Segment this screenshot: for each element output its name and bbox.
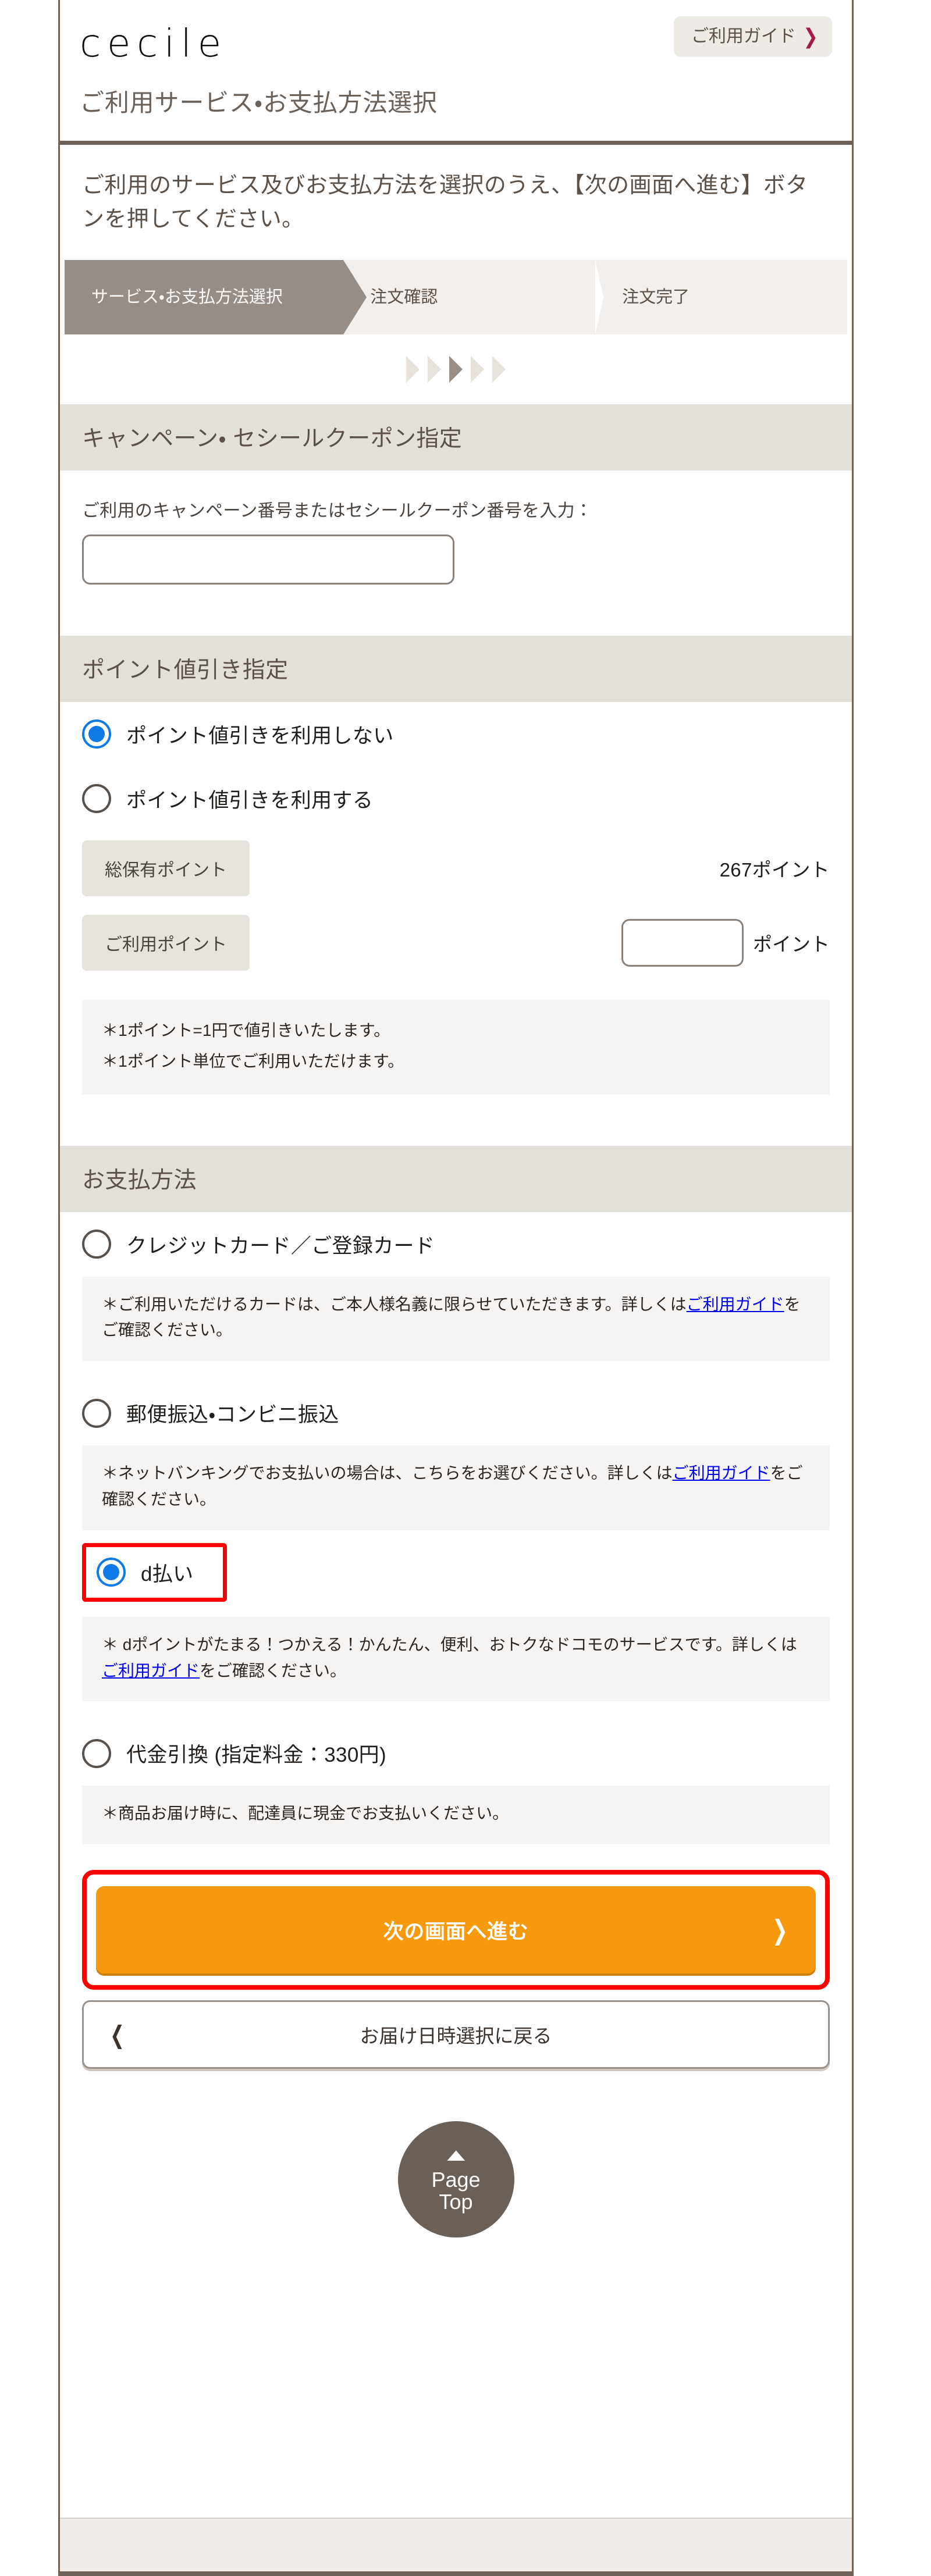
step-label: サービス・お支払方法選択 <box>91 287 283 307</box>
arrow-icon <box>428 355 441 383</box>
arrow-icon <box>471 355 484 383</box>
radio-icon[interactable] <box>82 1398 111 1428</box>
section-body-campaign: ご利用のキャンペーン番号またはセシールクーポン番号を入力： <box>60 470 852 636</box>
step-label: 注文確認 <box>370 287 438 307</box>
use-points-unit: ポイント <box>753 933 830 955</box>
usage-guide-link[interactable]: ご利用ガイド <box>687 1295 784 1313</box>
point-option-use-discount[interactable]: ポイント値引きを利用する <box>82 767 830 831</box>
chevron-left-icon: ❮ <box>110 2021 125 2048</box>
usage-guide-link[interactable]: ご利用ガイド <box>673 1464 770 1482</box>
usage-guide-button[interactable]: ご利用ガイド ❯ <box>673 16 832 57</box>
chevron-up-icon: ▲ <box>440 2144 471 2165</box>
screenshot-root: cecile ご利用ガイド ❯ ご利用サービス・お支払方法選択 ご利用のサービス… <box>0 0 931 2576</box>
arrow-icon <box>492 355 506 383</box>
step-notch-icon <box>343 259 367 334</box>
arrow-icon <box>406 355 420 383</box>
note-text: ＊ご利用いただけるカードは、ご本人様名義に限らせていただきます。詳しくは <box>102 1295 687 1313</box>
step-order-complete: 注文完了 <box>595 259 847 334</box>
section-header-payment: お支払方法 <box>60 1145 852 1212</box>
payment-option-credit-card[interactable]: クレジットカード／ご登録カード <box>82 1212 830 1277</box>
section-header-points: ポイント値引き指定 <box>60 635 852 702</box>
section-body-payment: クレジットカード／ご登録カード ＊ご利用いただけるカードは、ご本人様名義に限らせ… <box>60 1212 852 2238</box>
page-title: ご利用サービス・お支払方法選択 <box>80 89 438 116</box>
payment-option-label: 代金引換 (指定料金：330円) <box>126 1744 387 1767</box>
next-step-button[interactable]: 次の画面へ進む ❯ <box>96 1886 816 1974</box>
point-option-no-discount[interactable]: ポイント値引きを利用しない <box>82 702 830 767</box>
point-option-label: ポイント値引きを利用する <box>126 789 374 812</box>
use-points-label: ご利用ポイント <box>82 914 250 971</box>
radio-icon[interactable] <box>82 784 111 814</box>
payment-option-dbarai[interactable]: d払い <box>82 1542 227 1602</box>
usage-guide-link[interactable]: ご利用ガイド <box>102 1662 200 1680</box>
use-points-input-group: ポイント <box>621 918 830 967</box>
page-top-label-line1: Page <box>431 2168 481 2192</box>
use-points-row: ご利用ポイント ポイント <box>82 906 830 980</box>
step-notch-icon <box>595 259 604 334</box>
note-text: ＊ dポイントがたまる！つかえる！かんたん、便利、おトクなドコモのサービスです。… <box>102 1635 797 1654</box>
total-points-row: 総保有ポイント 267ポイント <box>82 831 830 906</box>
radio-icon[interactable] <box>82 1230 111 1259</box>
payment-note-bank-transfer: ＊ネットバンキングでお支払いの場合は、こちらをお選びください。詳しくはご利用ガイ… <box>82 1445 830 1530</box>
page-top-button[interactable]: ▲ Page Top <box>397 2121 514 2238</box>
point-option-label: ポイント値引きを利用しない <box>126 724 394 747</box>
points-notes: ＊1ポイント=1円で値引きいたします。 ＊1ポイント単位でご利用いただけます。 <box>82 999 830 1095</box>
payment-option-label: クレジットカード／ご登録カード <box>126 1234 435 1257</box>
payment-option-label: 郵便振込・コンビニ振込 <box>126 1403 339 1427</box>
note-text: ＊商品お届け時に、配達員に現金でお支払いください。 <box>102 1804 509 1823</box>
page-top-area: ▲ Page Top <box>82 2069 830 2238</box>
site-header: cecile ご利用ガイド ❯ ご利用サービス・お支払方法選択 <box>60 0 852 141</box>
back-button-label: お届け日時選択に戻る <box>360 2025 552 2047</box>
section-header-campaign: キャンペーン・ セシールクーポン指定 <box>60 404 852 471</box>
chevron-right-icon: ❯ <box>772 1915 788 1946</box>
next-step-label: 次の画面へ進む <box>383 1920 529 1943</box>
progress-arrows <box>60 334 852 404</box>
points-note-line: ＊1ポイント単位でご利用いただけます。 <box>102 1052 404 1071</box>
checkout-step-indicator: サービス・お支払方法選択 注文確認 注文完了 <box>65 259 847 334</box>
payment-note-cash-on-delivery: ＊商品お届け時に、配達員に現金でお支払いください。 <box>82 1786 830 1845</box>
payment-note-credit-card: ＊ご利用いただけるカードは、ご本人様名義に限らせていただきます。詳しくはご利用ガ… <box>82 1276 830 1362</box>
frame-bottom-bar <box>60 2571 852 2576</box>
next-button-highlight: 次の画面へ進む ❯ <box>82 1870 830 1990</box>
payment-option-bank-transfer[interactable]: 郵便振込・コンビニ振込 <box>82 1381 830 1445</box>
page-top-label-line2: Top <box>439 2189 473 2214</box>
step-service-payment: サービス・お支払方法選択 <box>65 259 367 334</box>
chevron-right-icon: ❯ <box>803 24 818 48</box>
payment-option-cash-on-delivery[interactable]: 代金引換 (指定料金：330円) <box>82 1721 830 1786</box>
campaign-code-input[interactable] <box>82 534 454 585</box>
total-points-label: 総保有ポイント <box>82 840 250 896</box>
payment-note-dbarai: ＊ dポイントがたまる！つかえる！かんたん、便利、おトクなドコモのサービスです。… <box>82 1616 830 1702</box>
header-divider <box>58 141 854 145</box>
step-label: 注文完了 <box>622 287 690 307</box>
radio-icon-selected[interactable] <box>82 719 111 749</box>
campaign-field-label: ご利用のキャンペーン番号またはセシールクーポン番号を入力： <box>82 501 593 521</box>
points-note-line: ＊1ポイント=1円で値引きいたします。 <box>102 1021 390 1039</box>
arrow-icon-active <box>449 355 463 383</box>
payment-option-label: d払い <box>141 1562 194 1585</box>
radio-icon[interactable] <box>82 1738 111 1768</box>
page-footer <box>60 2518 852 2571</box>
section-body-points: ポイント値引きを利用しない ポイント値引きを利用する 総保有ポイント 267ポイ… <box>60 701 852 1146</box>
usage-guide-label: ご利用ガイド <box>691 27 796 46</box>
intro-text: ご利用のサービス及びお支払方法を選択のうえ、【次の画面へ進む】ボタンを押してくだ… <box>82 173 808 232</box>
step-order-confirm: 注文確認 <box>343 259 604 334</box>
note-text: ＊ネットバンキングでお支払いの場合は、こちらをお選びください。詳しくは <box>102 1464 673 1483</box>
use-points-input[interactable] <box>621 918 744 967</box>
page-frame: cecile ご利用ガイド ❯ ご利用サービス・お支払方法選択 ご利用のサービス… <box>58 0 854 2576</box>
note-text: をご確認ください。 <box>200 1661 347 1680</box>
back-to-delivery-date-button[interactable]: ❮ お届け日時選択に戻る <box>82 2000 830 2069</box>
total-points-value: 267ポイント <box>719 858 830 881</box>
radio-icon-selected[interactable] <box>97 1558 126 1587</box>
